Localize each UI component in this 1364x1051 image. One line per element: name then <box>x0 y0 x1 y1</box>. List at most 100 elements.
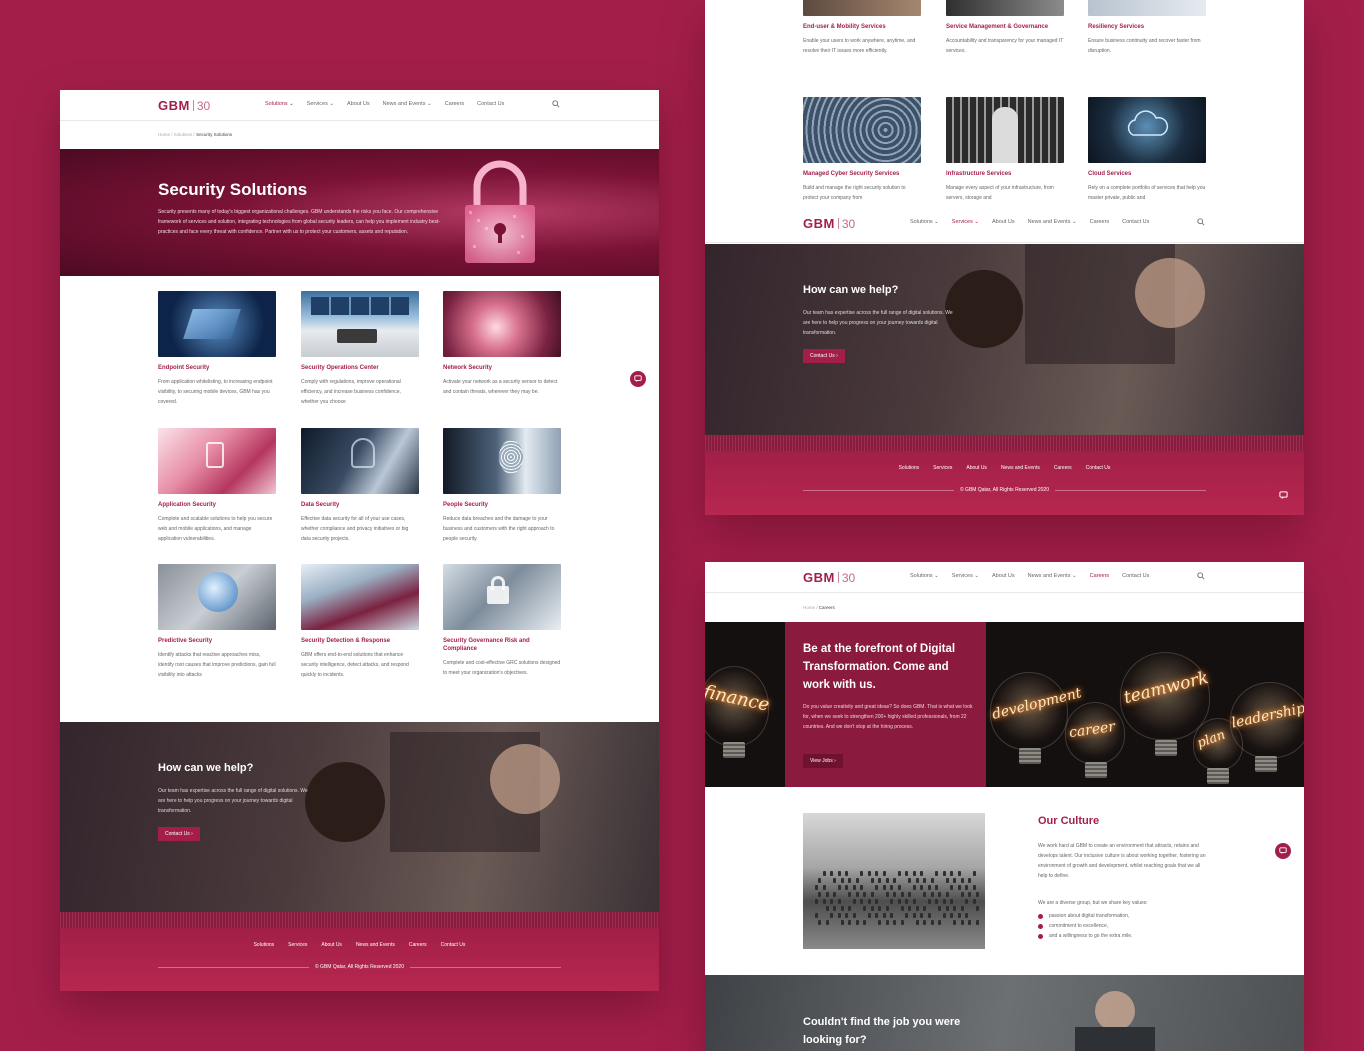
nav-item-contact-us[interactable]: Contact Us <box>1122 573 1149 579</box>
nav-item-careers[interactable]: Careers <box>1090 573 1110 579</box>
nav-item-services[interactable]: Services ⌄ <box>952 219 979 225</box>
crowd-figure <box>972 899 976 904</box>
card-title[interactable]: Security Detection & Response <box>301 637 419 645</box>
footer-link-contact-us[interactable]: Contact Us <box>1086 465 1111 471</box>
solution-card[interactable]: Security Governance Risk and Compliance … <box>443 564 561 678</box>
value-text: commitment to excellence, <box>1049 923 1109 929</box>
nav-item-solutions[interactable]: Solutions ⌄ <box>265 101 294 107</box>
card-title[interactable]: Endpoint Security <box>158 364 276 372</box>
governance-image <box>443 564 561 630</box>
footer-link-services[interactable]: Services <box>933 465 952 471</box>
card-title[interactable]: Data Security <box>301 501 419 509</box>
card-title[interactable]: Managed Cyber Security Services <box>803 170 921 178</box>
footer-link-about-us[interactable]: About Us <box>321 942 342 948</box>
footer-links: Solutions Services About Us News and Events… <box>705 465 1304 471</box>
solution-card[interactable]: Security Detection & Response GBM offers… <box>301 564 419 680</box>
nav-item-about-us[interactable]: About Us <box>347 101 370 107</box>
card-title[interactable]: Infrastructure Services <box>946 170 1064 178</box>
contact-us-button[interactable]: Contact Us › <box>803 349 845 363</box>
solution-card[interactable]: Data Security Effective data security fo… <box>301 428 419 544</box>
card-title[interactable]: Service Management & Governance <box>946 23 1064 31</box>
footer-link-about-us[interactable]: About Us <box>966 465 987 471</box>
solution-card[interactable]: Application Security Complete and scalab… <box>158 428 276 544</box>
breadcrumb-home[interactable]: Home <box>803 605 815 610</box>
service-card[interactable]: Service Management & Governance Accounta… <box>946 0 1064 56</box>
search-icon[interactable] <box>552 100 560 108</box>
crowd-figure <box>875 913 878 918</box>
footer-link-services[interactable]: Services <box>288 942 307 948</box>
search-icon[interactable] <box>1197 218 1205 226</box>
footer-link-news-and-events[interactable]: News and Events <box>1001 465 1040 471</box>
crowd-figure <box>870 878 874 883</box>
card-title[interactable]: Predictive Security <box>158 637 276 645</box>
nav-item-news-and-events[interactable]: News and Events ⌄ <box>1028 573 1077 579</box>
card-title[interactable]: Security Operations Center <box>301 364 419 372</box>
footer-link-news-and-events[interactable]: News and Events <box>356 942 395 948</box>
view-jobs-button[interactable]: View Jobs › <box>803 754 843 768</box>
crowd-figure <box>930 878 934 883</box>
gbm-logo[interactable]: GBM 30 <box>158 98 210 113</box>
solution-card[interactable]: Network Security Activate your network a… <box>443 291 561 397</box>
nav-item-services[interactable]: Services ⌄ <box>952 573 979 579</box>
breadcrumb-home[interactable]: Home <box>158 132 170 137</box>
search-icon[interactable] <box>1197 572 1205 580</box>
gbm-logo[interactable]: GBM 30 <box>803 570 855 585</box>
nav-item-contact-us[interactable]: Contact Us <box>1122 219 1149 225</box>
crowd-figure <box>953 906 956 911</box>
contact-us-button[interactable]: Contact Us › <box>158 827 200 841</box>
crowd-figure <box>972 885 976 890</box>
nav-item-news-and-events[interactable]: News and Events ⌄ <box>383 101 432 107</box>
nav-item-solutions[interactable]: Solutions ⌄ <box>910 573 939 579</box>
service-card[interactable]: Managed Cyber Security Services Build an… <box>803 97 921 203</box>
nav-item-careers[interactable]: Careers <box>445 101 465 107</box>
card-title[interactable]: Security Governance Risk and Compliance <box>443 637 561 653</box>
footer-link-solutions[interactable]: Solutions <box>899 465 920 471</box>
nav-item-about-us[interactable]: About Us <box>992 573 1015 579</box>
careers-hero-text: Do you value creativity and great ideas?… <box>803 704 973 730</box>
top-nav: GBM 30 Solutions ⌄ Services ⌄ About Us News… <box>705 562 1304 593</box>
chat-bubble-icon <box>634 375 642 383</box>
crowd-figure <box>875 871 878 876</box>
nav-item-solutions[interactable]: Solutions ⌄ <box>910 219 939 225</box>
nav-item-about-us[interactable]: About Us <box>992 219 1015 225</box>
service-card[interactable]: Cloud Services Rely on a complete portfo… <box>1088 97 1206 203</box>
team-photo <box>803 813 985 949</box>
chat-icon[interactable] <box>1275 487 1291 503</box>
card-title[interactable]: Application Security <box>158 501 276 509</box>
service-card[interactable]: Resiliency Services Ensure business cont… <box>1088 0 1206 56</box>
crowd-figure <box>923 920 926 925</box>
bulb-base <box>1155 740 1177 756</box>
nav-item-careers[interactable]: Careers <box>1090 219 1110 225</box>
card-title[interactable]: End-user & Mobility Services <box>803 23 921 31</box>
crowd-figure <box>975 906 979 911</box>
crowd-figure <box>870 892 874 897</box>
breadcrumb-solutions[interactable]: Solutions <box>174 132 193 137</box>
footer-link-careers[interactable]: Careers <box>1054 465 1072 471</box>
card-title[interactable]: Cloud Services <box>1088 170 1206 178</box>
nav-item-label: Contact Us <box>1122 219 1150 225</box>
chat-icon[interactable] <box>630 371 646 387</box>
service-card[interactable]: End-user & Mobility Services Enable your… <box>803 0 921 56</box>
service-card[interactable]: Infrastructure Services Manage every asp… <box>946 97 1064 203</box>
nav-item-contact-us[interactable]: Contact Us <box>477 101 504 107</box>
chat-icon[interactable] <box>1275 843 1291 859</box>
crowd-figure <box>852 913 856 918</box>
crowd-figure <box>840 878 844 883</box>
footer-link-contact-us[interactable]: Contact Us <box>441 942 466 948</box>
crowd-figure <box>833 892 836 897</box>
solution-card[interactable]: Endpoint Security From application white… <box>158 291 276 407</box>
card-title[interactable]: Resiliency Services <box>1088 23 1206 31</box>
footer-link-careers[interactable]: Careers <box>409 942 427 948</box>
solution-card[interactable]: Security Operations Center Comply with r… <box>301 291 419 407</box>
nav-item-news-and-events[interactable]: News and Events ⌄ <box>1028 219 1077 225</box>
solution-card[interactable]: People Security Reduce data breaches and… <box>443 428 561 544</box>
footer-pattern <box>705 435 1304 451</box>
card-title[interactable]: Network Security <box>443 364 561 372</box>
logo-divider <box>192 100 194 111</box>
gbm-logo[interactable]: GBM 30 <box>803 216 855 231</box>
solution-card[interactable]: Predictive Security Identify attacks tha… <box>158 564 276 680</box>
footer-link-solutions[interactable]: Solutions <box>254 942 275 948</box>
nav-item-label: Services <box>306 101 328 107</box>
card-title[interactable]: People Security <box>443 501 561 509</box>
nav-item-services[interactable]: Services ⌄ <box>307 101 334 107</box>
